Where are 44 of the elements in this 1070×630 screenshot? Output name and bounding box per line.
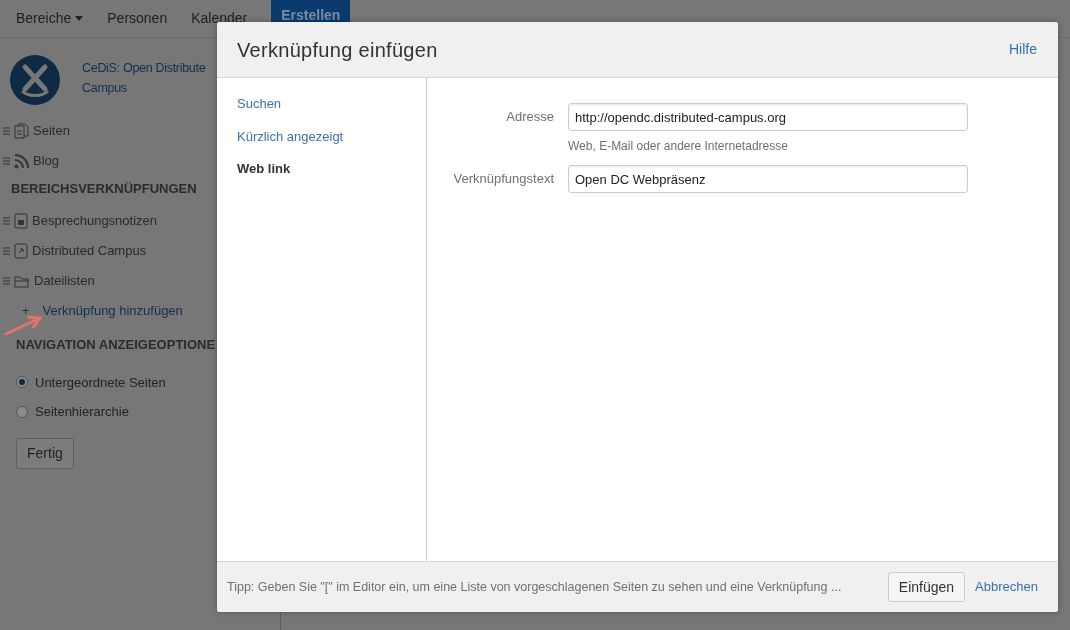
nav-link[interactable]: Bereiche (16, 8, 84, 29)
menu-item[interactable]: Web link (237, 159, 426, 179)
plus-icon: + (22, 301, 30, 321)
caret-icon (75, 16, 84, 21)
folder-icon (14, 273, 30, 289)
nav-link[interactable]: Personen (107, 8, 168, 29)
radio-button[interactable] (16, 405, 28, 418)
section-heading: BEREICHSVERKNÜPFUNGEN (10, 180, 198, 198)
insert-button[interactable]: Einfügen (887, 572, 966, 602)
menu-item[interactable]: Suchen (237, 94, 426, 114)
space-title-link[interactable]: CeDiS: Open Distribute (82, 58, 206, 78)
text-input[interactable]: http://opendc.distributed-campus.org (568, 103, 968, 131)
arrow-drawing (4, 315, 43, 336)
sidebar-link[interactable]: Besprechungsnotizen (32, 211, 158, 231)
sidebar-link[interactable]: Blog (33, 151, 60, 171)
document-icon (14, 213, 28, 229)
text-input[interactable]: Open DC Webpräsenz (568, 165, 968, 193)
dialog-title: Verknüpfung einfügen (237, 37, 438, 63)
space-logo-icon (10, 55, 60, 105)
field-label: Adresse (505, 108, 555, 126)
rss-icon (14, 153, 29, 169)
section-heading: NAVIGATION ANZEIGEOPTIONE (16, 336, 216, 354)
field-hint: Web, E-Mail oder andere Internetadresse (568, 138, 789, 155)
shortcut-icon (14, 243, 28, 259)
done-button[interactable]: Fertig (16, 437, 74, 469)
drag-handle-icon[interactable] (3, 217, 10, 225)
space-title-link[interactable]: Campus (82, 78, 206, 98)
cancel-link[interactable]: Abbrechen (975, 577, 1038, 597)
pages-icon (14, 123, 29, 139)
radio-button[interactable] (16, 376, 28, 389)
drag-handle-icon[interactable] (3, 277, 10, 285)
drag-handle-icon[interactable] (3, 127, 10, 135)
drag-handle-icon[interactable] (3, 157, 10, 165)
tip-text: Tipp: Geben Sie "[" im Editor ein, um eine Liste von vorgeschlagenen Seiten zu sehen und eine Verknüpfung ... (227, 578, 843, 596)
help-link[interactable]: Hilfe (1009, 39, 1037, 60)
radio-label: Seitenhierarchie (35, 403, 129, 421)
add-link[interactable]: Verknüpfung hinzufügen (42, 301, 183, 321)
sidebar-link[interactable]: Distributed Campus (32, 241, 147, 261)
sidebar-link[interactable]: Dateilisten (34, 271, 95, 291)
menu-item[interactable]: Kürzlich angezeigt (237, 126, 426, 146)
sidebar-link[interactable]: Seiten (33, 121, 70, 141)
field-label: Verknüpfungstext (452, 170, 555, 188)
radio-label: Untergeordnete Seiten (35, 373, 166, 392)
drag-handle-icon[interactable] (3, 247, 10, 255)
